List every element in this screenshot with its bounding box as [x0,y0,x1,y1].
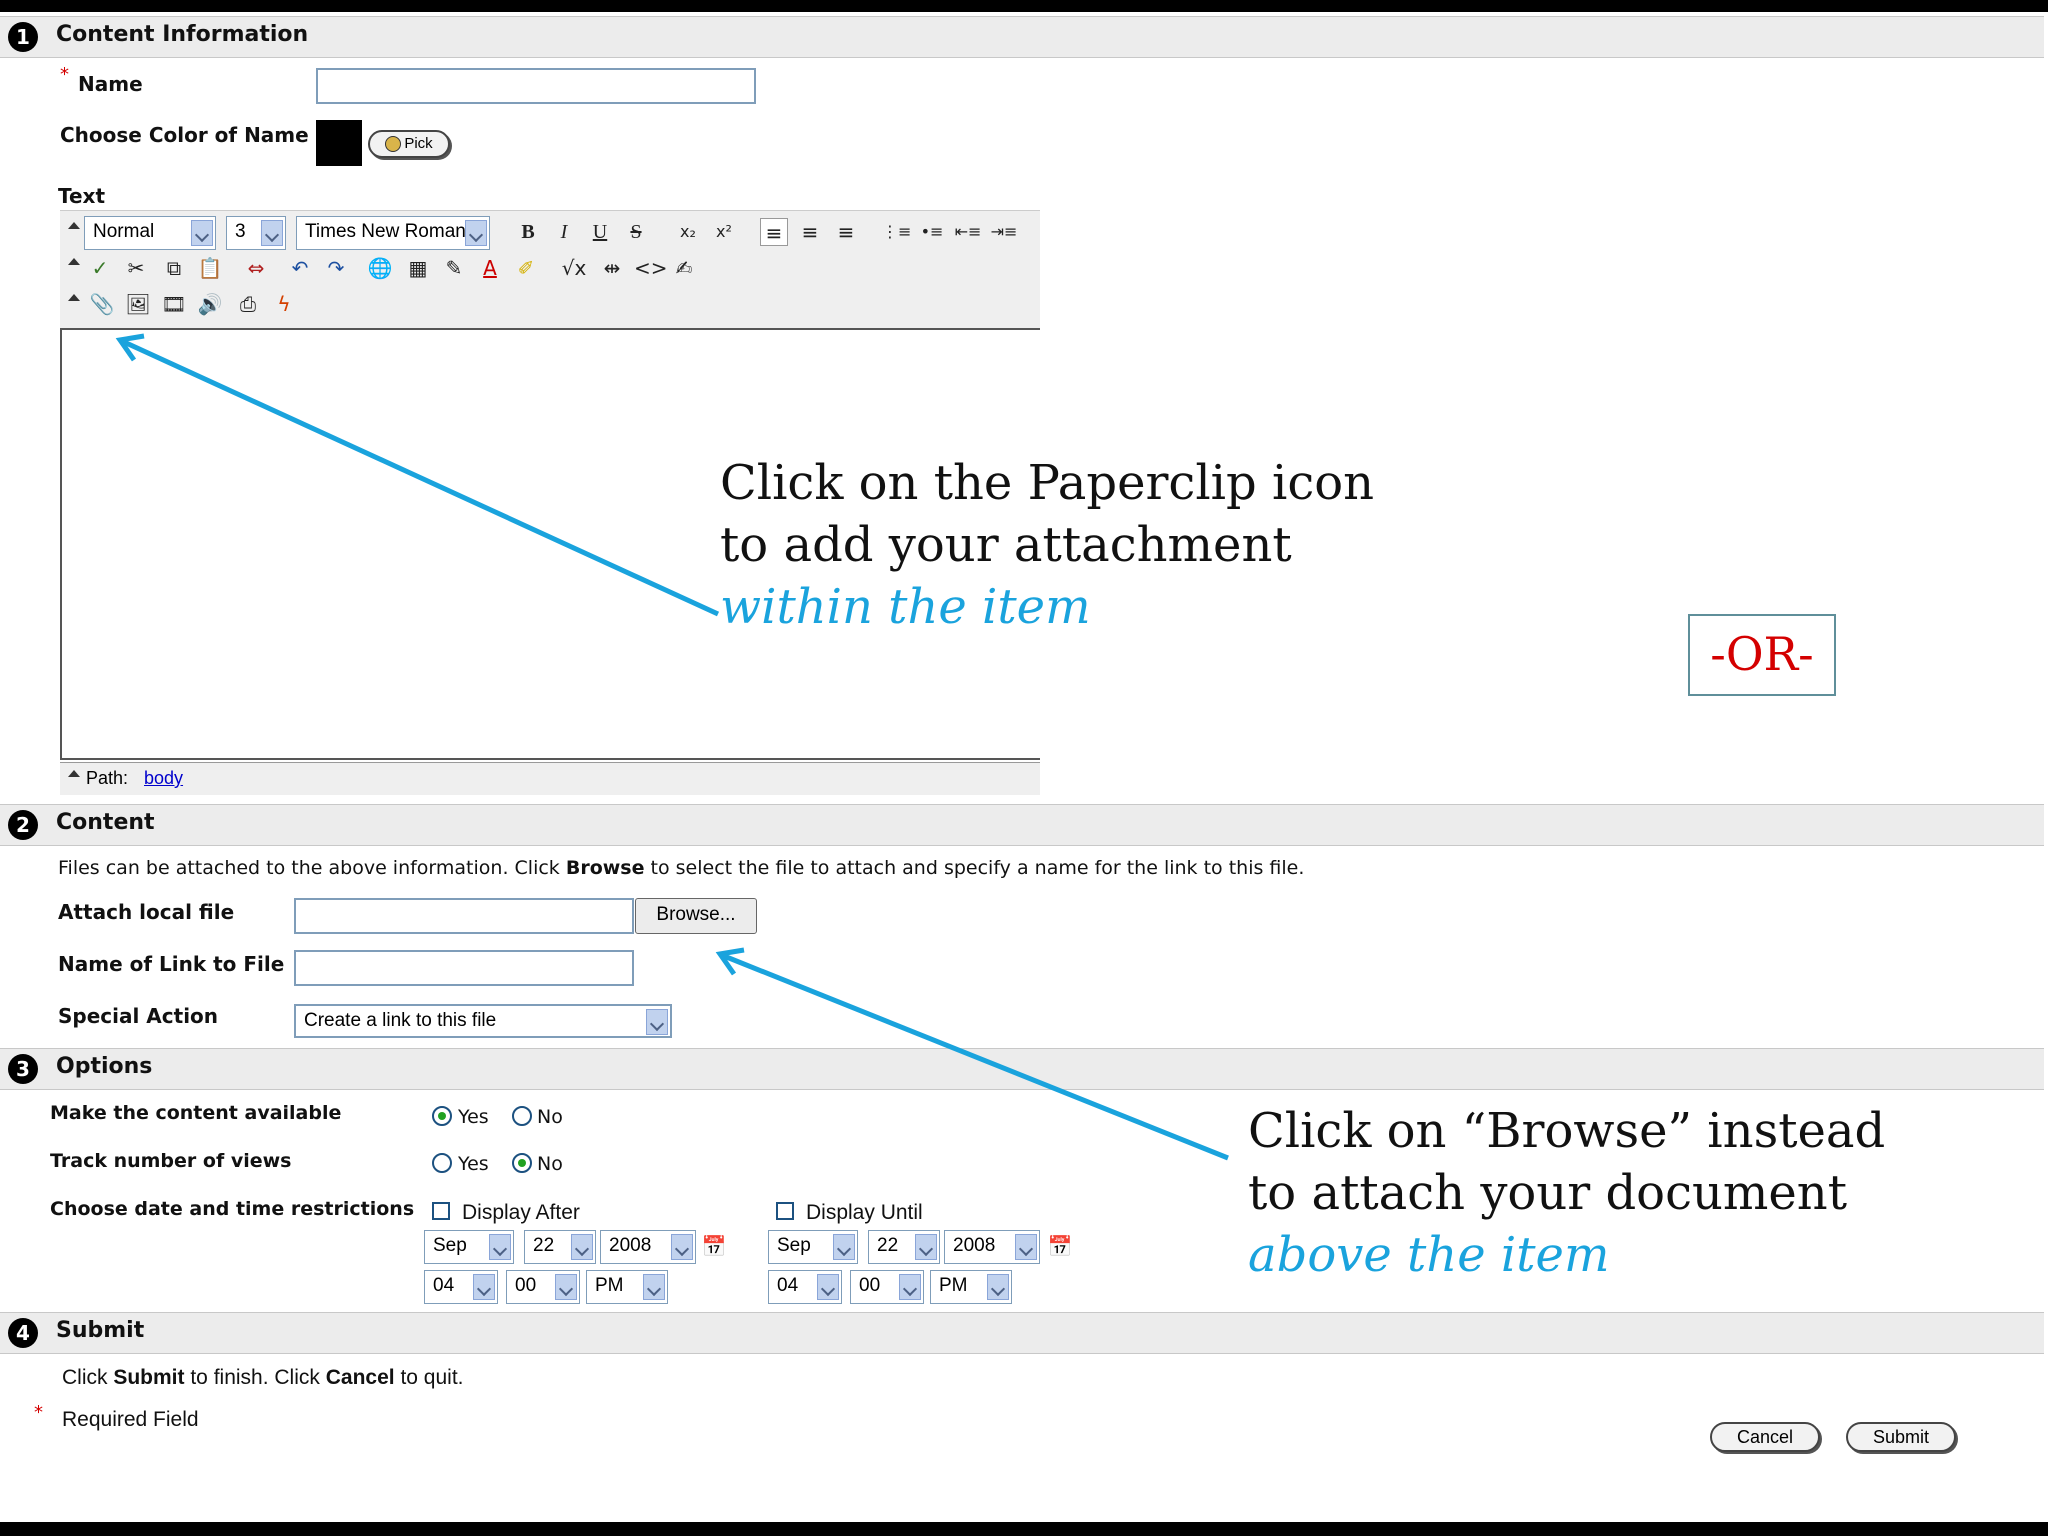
browse-arrow-line [723,953,1229,1161]
paperclip-arrow-line [122,339,720,617]
bottom-border [0,1522,2048,1536]
annotation-arrows [115,333,1229,1161]
